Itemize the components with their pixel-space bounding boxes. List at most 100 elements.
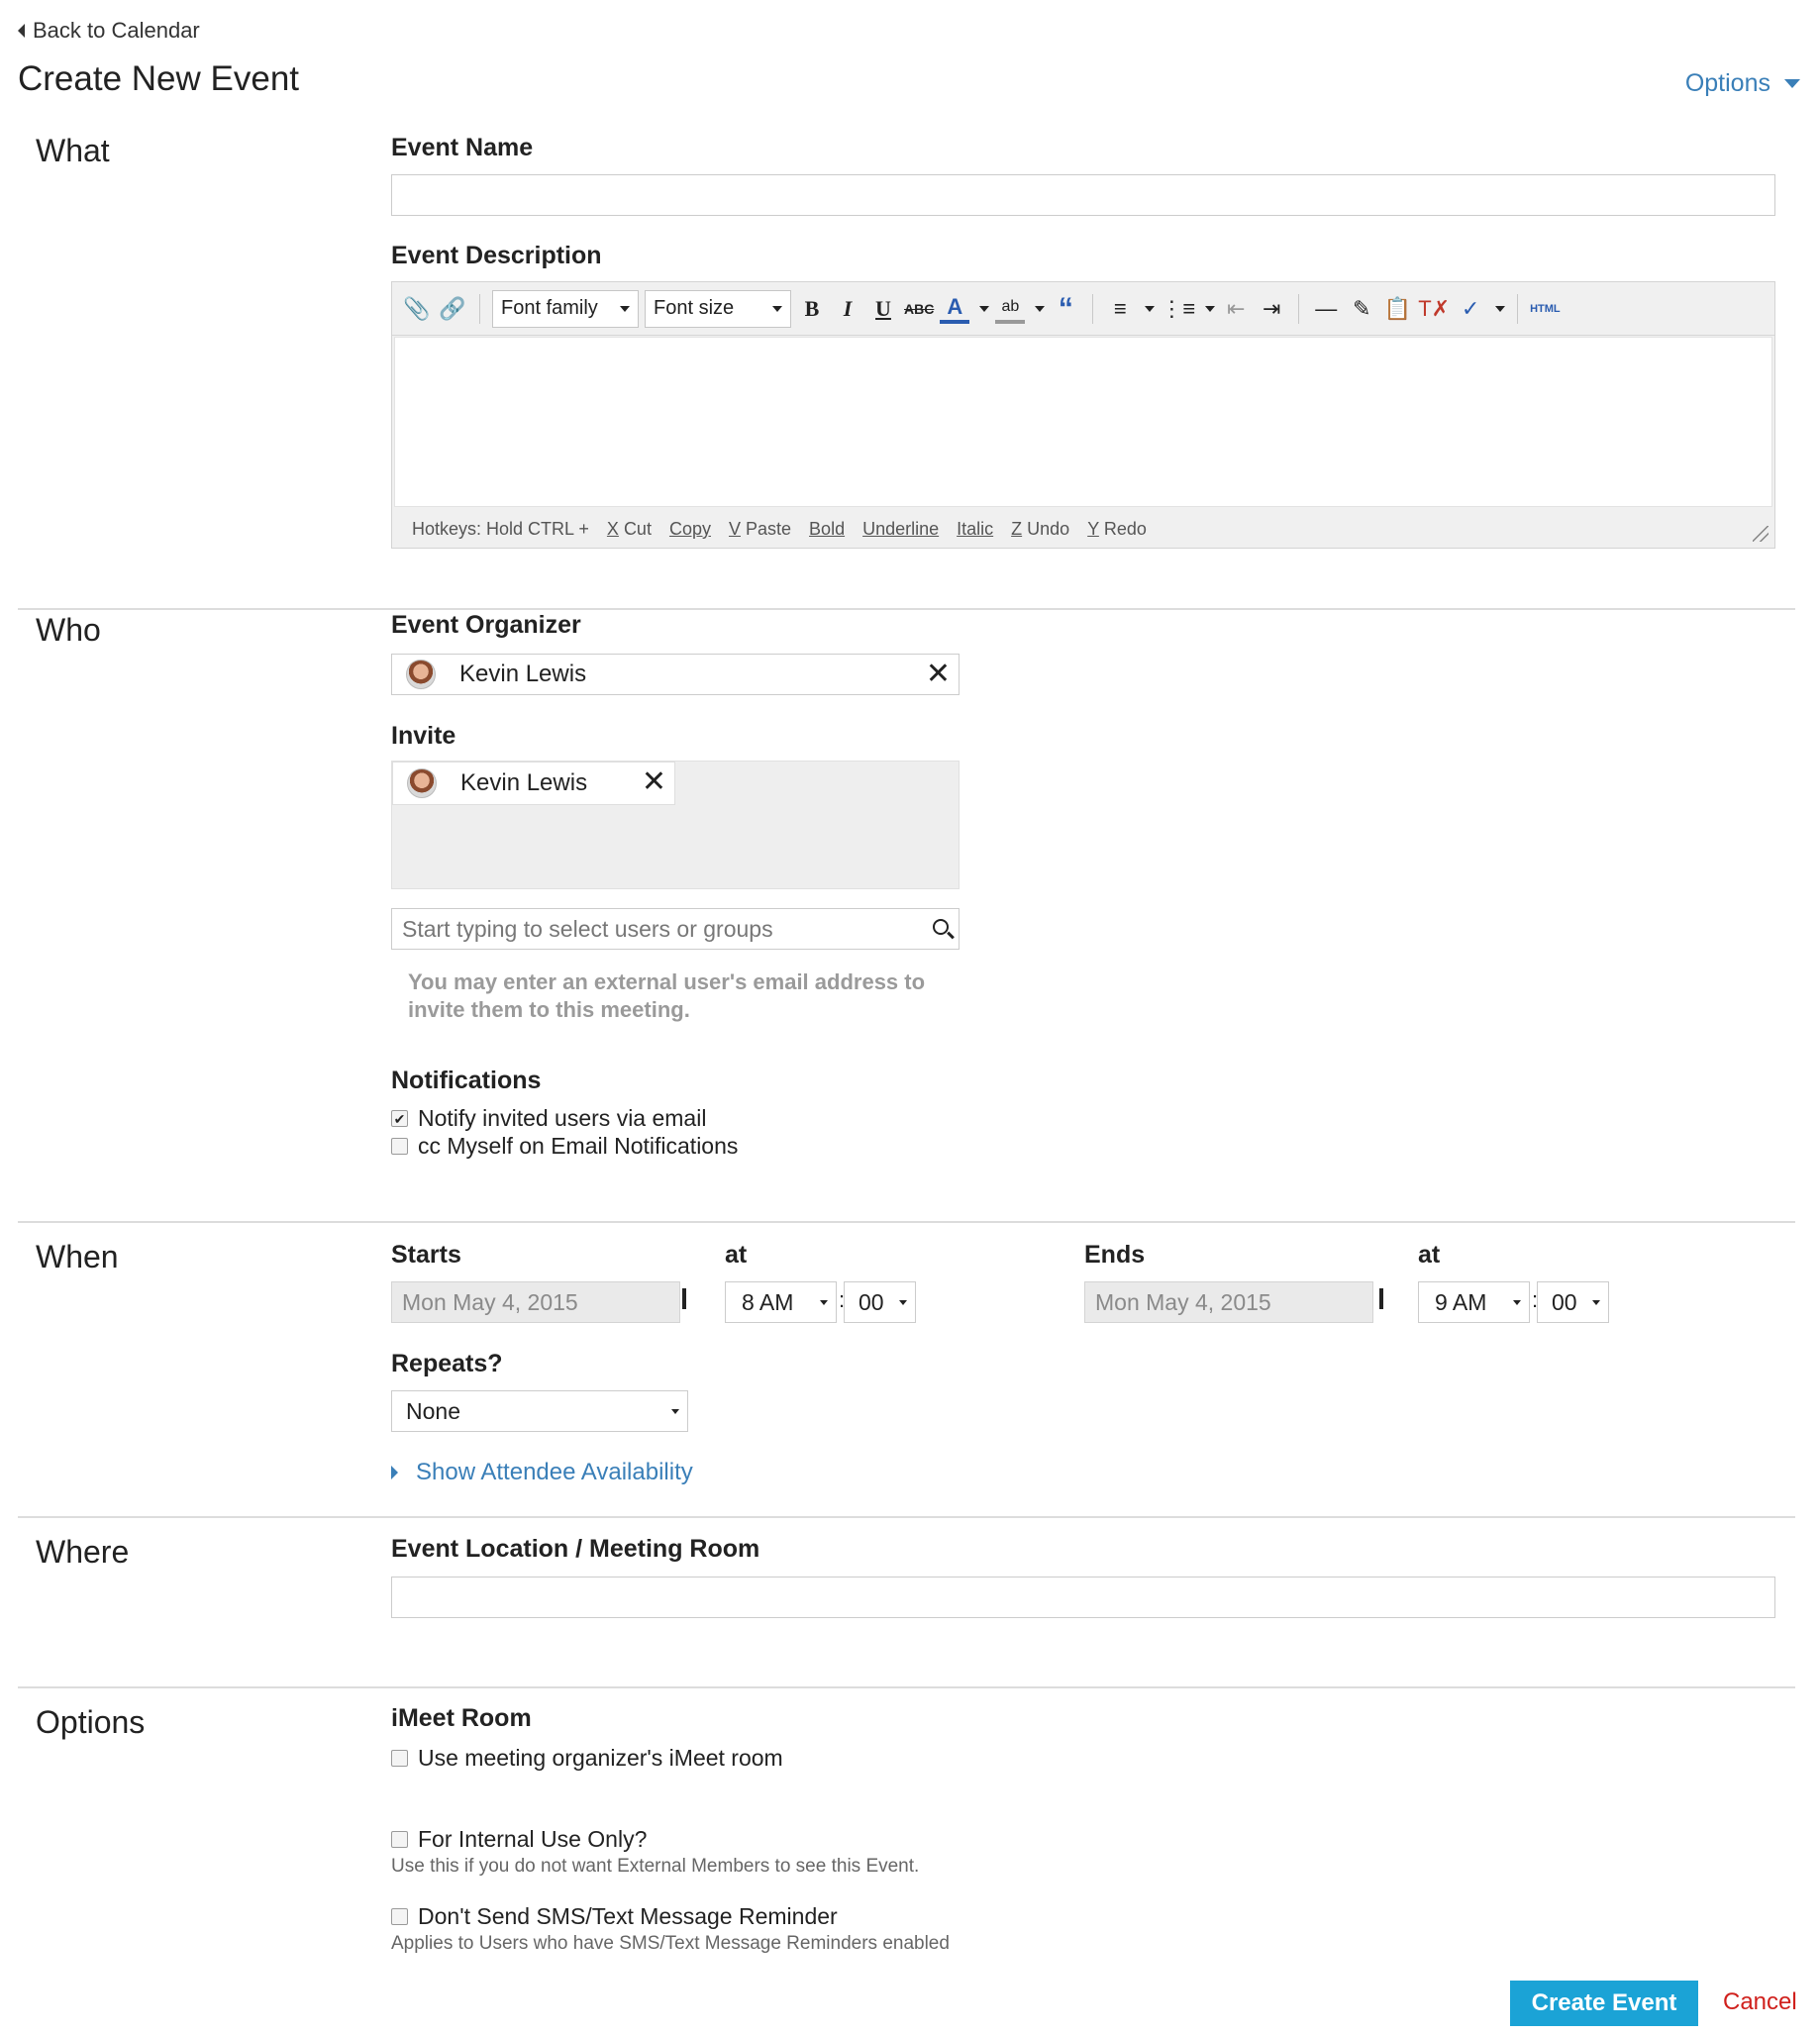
- cancel-link[interactable]: Cancel: [1723, 1988, 1797, 2016]
- edit-icon[interactable]: ✎: [1347, 290, 1376, 328]
- create-event-button[interactable]: Create Event: [1510, 1981, 1698, 2026]
- resize-handle-icon[interactable]: [1753, 526, 1769, 542]
- start-hour-select[interactable]: 8 AM: [725, 1281, 837, 1323]
- section-title-when: When: [36, 1239, 119, 1274]
- bullet-list-icon[interactable]: ⋮≡: [1161, 290, 1195, 328]
- repeats-label: Repeats?: [391, 1350, 503, 1377]
- options-label: Options: [1684, 69, 1770, 97]
- notify-option-label: Notify invited users via email: [418, 1105, 707, 1131]
- chevron-down-icon[interactable]: [979, 305, 990, 312]
- font-color-button[interactable]: A: [940, 294, 970, 324]
- section-divider: [18, 1686, 1795, 1688]
- attach-icon[interactable]: 📎: [402, 290, 432, 328]
- section-divider: [18, 1221, 1795, 1223]
- show-availability-label: Show Attendee Availability: [416, 1459, 693, 1485]
- chevron-down-icon: [671, 1408, 679, 1414]
- create-event-page: Back to Calendar Create New Event Option…: [0, 0, 1820, 2036]
- outdent-icon[interactable]: ⇤: [1221, 290, 1251, 328]
- internal-only-checkbox[interactable]: [391, 1831, 408, 1848]
- chevron-down-icon: [620, 305, 630, 312]
- calendar-icon[interactable]: [1379, 1288, 1383, 1309]
- caret-down-icon: [1784, 79, 1800, 88]
- back-to-calendar-link[interactable]: Back to Calendar: [18, 18, 200, 44]
- font-family-select[interactable]: Font family: [492, 289, 639, 328]
- remove-invitee-icon[interactable]: ✕: [642, 767, 666, 797]
- show-availability-link[interactable]: Show Attendee Availability: [391, 1459, 693, 1486]
- imeet-room-option-label: Use meeting organizer's iMeet room: [418, 1745, 783, 1771]
- editor-text-area[interactable]: [394, 337, 1772, 507]
- italic-button[interactable]: I: [833, 290, 862, 328]
- toolbar-divider: [1092, 293, 1094, 324]
- imeet-room-option[interactable]: Use meeting organizer's iMeet room: [391, 1745, 783, 1772]
- ends-label: Ends: [1084, 1241, 1146, 1269]
- chevron-down-icon: [1513, 1299, 1521, 1305]
- section-divider: [18, 1516, 1795, 1518]
- paste-text-icon[interactable]: 📋: [1382, 290, 1412, 328]
- spellcheck-icon[interactable]: ✓: [1456, 290, 1485, 328]
- font-size-select[interactable]: Font size: [645, 289, 791, 328]
- no-sms-checkbox[interactable]: [391, 1908, 408, 1925]
- calendar-icon[interactable]: [682, 1288, 686, 1309]
- organizer-field[interactable]: Kevin Lewis ✕: [391, 654, 960, 695]
- cc-myself-checkbox[interactable]: [391, 1138, 408, 1155]
- invite-search-input[interactable]: Start typing to select users or groups: [391, 908, 960, 950]
- chevron-down-icon[interactable]: [1205, 305, 1216, 312]
- quote-button[interactable]: “: [1051, 290, 1080, 328]
- search-icon[interactable]: [933, 919, 949, 935]
- strikethrough-button[interactable]: ABC: [904, 290, 934, 328]
- notify-checkbox[interactable]: [391, 1110, 408, 1127]
- section-title-what: What: [36, 133, 110, 168]
- repeats-select[interactable]: None: [391, 1390, 688, 1432]
- invitee-chip: Kevin Lewis ✕: [392, 762, 675, 805]
- invite-list: Kevin Lewis ✕: [391, 761, 960, 889]
- indent-icon[interactable]: ⇥: [1257, 290, 1286, 328]
- end-hour-select[interactable]: 9 AM: [1418, 1281, 1530, 1323]
- notify-option[interactable]: Notify invited users via email: [391, 1105, 706, 1132]
- event-name-input[interactable]: [391, 174, 1775, 216]
- close-icon[interactable]: ✕: [926, 660, 951, 689]
- chevron-down-icon: [772, 305, 782, 312]
- editor-toolbar: 📎 🔗 Font family Font size B I U ABC A ab…: [392, 282, 1774, 336]
- imeet-room-checkbox[interactable]: [391, 1750, 408, 1767]
- chevron-down-icon: [899, 1299, 907, 1305]
- highlight-button[interactable]: ab: [995, 294, 1026, 324]
- hotkey-cut: X Cut: [606, 519, 652, 539]
- no-sms-option[interactable]: Don't Send SMS/Text Message Reminder: [391, 1903, 838, 1930]
- options-menu-link[interactable]: Options: [1685, 69, 1800, 98]
- chevron-down-icon[interactable]: [1495, 305, 1506, 312]
- toolbar-divider: [479, 293, 480, 324]
- font-size-label: Font size: [654, 297, 735, 319]
- section-title-options: Options: [36, 1704, 146, 1740]
- chevron-down-icon[interactable]: [1035, 305, 1046, 312]
- section-title-who: Who: [36, 612, 101, 648]
- back-label: Back to Calendar: [33, 18, 200, 43]
- internal-only-note: Use this if you do not want External Mem…: [391, 1856, 920, 1877]
- repeats-value: None: [406, 1397, 460, 1424]
- toolbar-divider: [1517, 293, 1519, 324]
- hotkey-redo: Y Redo: [1087, 519, 1147, 539]
- numbered-list-icon[interactable]: ≡: [1105, 290, 1135, 328]
- search-placeholder: Start typing to select users or groups: [402, 915, 773, 942]
- end-minute-select[interactable]: 00: [1537, 1281, 1609, 1323]
- html-button[interactable]: HTML: [1530, 290, 1561, 328]
- invitee-name: Kevin Lewis: [460, 769, 588, 796]
- chevron-down-icon[interactable]: [1145, 305, 1156, 312]
- start-minute-select[interactable]: 00: [844, 1281, 916, 1323]
- start-date-field[interactable]: Mon May 4, 2015: [391, 1281, 680, 1323]
- notifications-label: Notifications: [391, 1067, 542, 1094]
- location-input[interactable]: [391, 1577, 1775, 1618]
- no-sms-note: Applies to Users who have SMS/Text Messa…: [391, 1933, 950, 1954]
- bold-button[interactable]: B: [797, 290, 827, 328]
- horizontal-rule-icon[interactable]: —: [1311, 290, 1341, 328]
- description-editor: 📎 🔗 Font family Font size B I U ABC A ab…: [391, 281, 1775, 549]
- clear-formatting-icon[interactable]: T✗: [1418, 290, 1450, 328]
- link-icon[interactable]: 🔗: [438, 290, 467, 328]
- cc-myself-option[interactable]: cc Myself on Email Notifications: [391, 1133, 738, 1160]
- event-organizer-label: Event Organizer: [391, 611, 581, 639]
- end-hour-value: 9 AM: [1435, 1288, 1487, 1315]
- underline-button[interactable]: U: [868, 290, 898, 328]
- end-date-field[interactable]: Mon May 4, 2015: [1084, 1281, 1373, 1323]
- internal-only-option[interactable]: For Internal Use Only?: [391, 1826, 647, 1853]
- chevron-down-icon: [1592, 1299, 1600, 1305]
- end-at-label: at: [1418, 1241, 1441, 1269]
